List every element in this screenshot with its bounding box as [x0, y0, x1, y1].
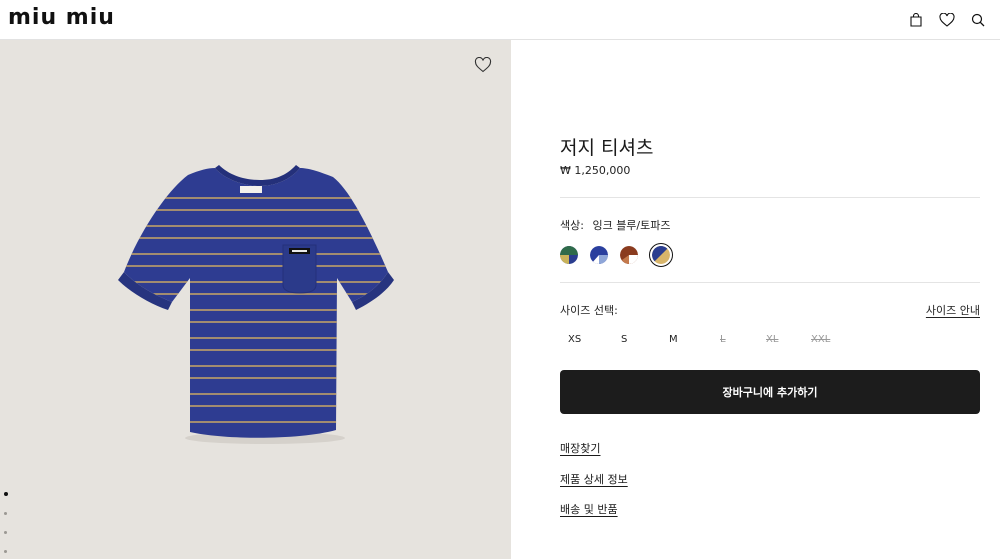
- product-price: ₩ 1,250,000: [560, 164, 631, 177]
- size-option-m[interactable]: M: [669, 334, 678, 345]
- heart-icon[interactable]: [937, 10, 957, 30]
- site-header: miu miu: [0, 0, 1000, 40]
- add-to-cart-button[interactable]: 장바구니에 추가하기: [560, 370, 980, 414]
- color-selection: 색상: 잉크 블루/토파즈: [560, 217, 671, 233]
- store-locator-link[interactable]: 매장찾기: [560, 440, 600, 456]
- size-guide-link[interactable]: 사이즈 안내: [926, 302, 980, 318]
- swatch-blue-white[interactable]: [590, 246, 608, 264]
- divider: [560, 282, 980, 283]
- product-details-link[interactable]: 제품 상세 정보: [560, 471, 628, 487]
- image-carousel-dots: [4, 492, 8, 559]
- carousel-dot-2[interactable]: [4, 512, 7, 515]
- product-image-panel: [0, 40, 511, 559]
- color-label: 색상:: [560, 219, 584, 232]
- carousel-dot-3[interactable]: [4, 531, 7, 534]
- carousel-dot-4[interactable]: [4, 550, 7, 553]
- brand-logo[interactable]: miu miu: [8, 7, 115, 29]
- carousel-dot-1[interactable]: [4, 492, 8, 496]
- color-value: 잉크 블루/토파즈: [592, 219, 671, 232]
- swatch-ink-blue-topaz[interactable]: [649, 243, 673, 267]
- size-option-xs[interactable]: XS: [568, 334, 581, 345]
- size-option-l[interactable]: L: [720, 334, 726, 345]
- search-icon[interactable]: [968, 10, 988, 30]
- swatch-green-blue[interactable]: [560, 246, 578, 264]
- product-title: 저지 티셔츠: [560, 137, 654, 159]
- size-option-xl[interactable]: XL: [766, 334, 778, 345]
- size-option-s[interactable]: S: [621, 334, 627, 345]
- shipping-returns-link[interactable]: 배송 및 반품: [560, 501, 618, 517]
- divider: [560, 197, 980, 198]
- size-label: 사이즈 선택:: [560, 304, 618, 317]
- size-option-xxl[interactable]: XXL: [811, 334, 830, 345]
- wishlist-heart-icon[interactable]: [474, 56, 494, 77]
- swatch-brown-white[interactable]: [620, 246, 638, 264]
- product-image: [118, 165, 394, 444]
- product-details: 저지 티셔츠 ₩ 1,250,000 색상: 잉크 블루/토파즈 사이즈 선택:…: [511, 40, 1000, 559]
- bag-icon[interactable]: [906, 10, 926, 30]
